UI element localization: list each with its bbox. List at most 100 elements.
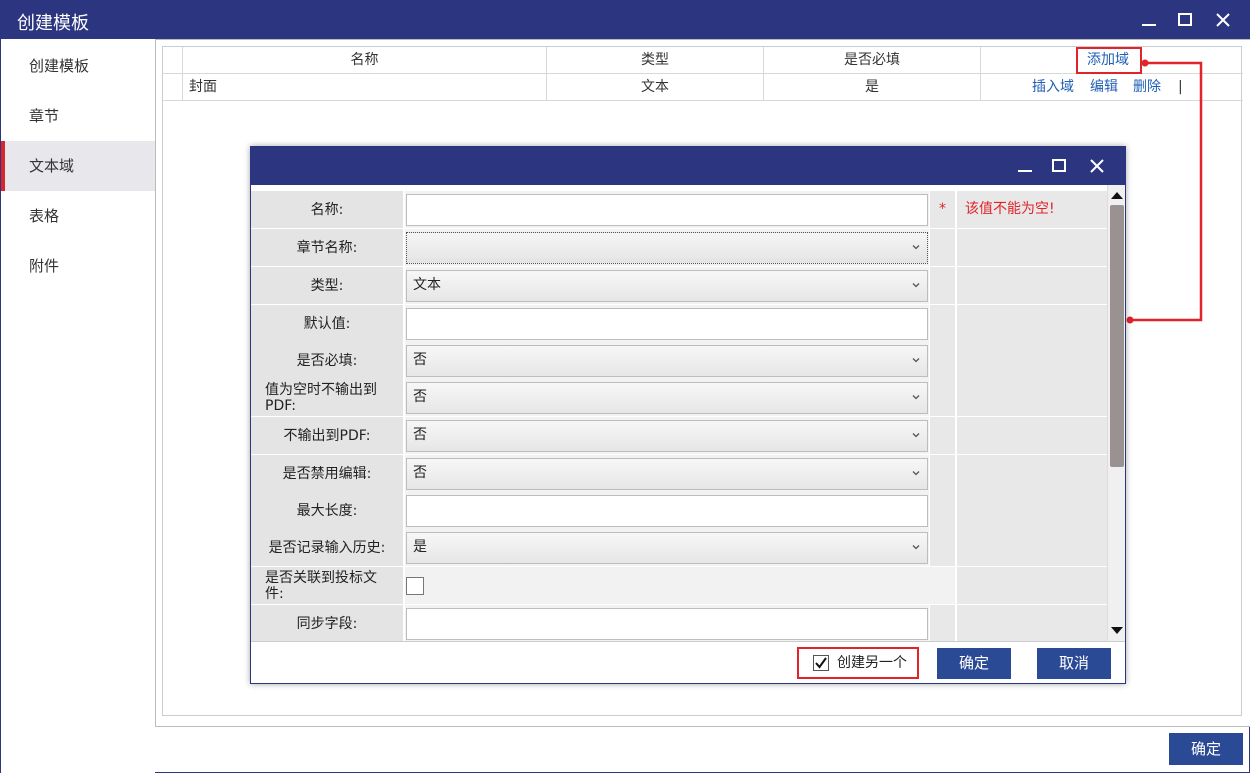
- form-row-chapter-name: 章节名称:: [251, 229, 1107, 267]
- delete-link[interactable]: 删除: [1133, 74, 1161, 101]
- field-label: 是否必填:: [251, 342, 403, 379]
- form-row-disable-edit: 是否禁用编辑: 否: [251, 455, 1107, 493]
- field-label: 默认值:: [251, 305, 403, 342]
- dialog-minimize-button[interactable]: [1009, 151, 1041, 181]
- sync-field-input[interactable]: [406, 608, 928, 640]
- scrollbar-thumb[interactable]: [1110, 205, 1124, 467]
- field-label: 不输出到PDF:: [251, 417, 403, 454]
- empty-no-pdf-select[interactable]: 否: [406, 382, 928, 414]
- name-input[interactable]: [406, 194, 928, 226]
- column-header-required[interactable]: 是否必填: [764, 47, 981, 74]
- no-pdf-select[interactable]: 否: [406, 420, 928, 452]
- close-icon: [1216, 13, 1230, 27]
- default-value-input[interactable]: [406, 308, 928, 340]
- dialog-ok-button[interactable]: 确定: [937, 648, 1011, 679]
- dialog-cancel-button[interactable]: 取消: [1037, 648, 1111, 679]
- sidebar-item-text-field[interactable]: 文本域: [1, 141, 155, 191]
- field-spacer: [929, 605, 955, 641]
- maximize-button[interactable]: [1169, 5, 1201, 35]
- field-message: [956, 567, 1107, 604]
- field-message: [956, 417, 1107, 454]
- field-spacer: [929, 267, 955, 304]
- field-spacer: [929, 492, 955, 529]
- scroll-down-icon[interactable]: [1108, 621, 1126, 639]
- chapter-name-select[interactable]: [406, 232, 928, 264]
- sidebar-item-label: 表格: [29, 207, 60, 225]
- minimize-button[interactable]: [1133, 5, 1165, 35]
- minimize-icon: [1018, 170, 1032, 172]
- name-error-message: 该值不能为空!: [956, 191, 1107, 228]
- select-value: 否: [413, 427, 427, 443]
- field-spacer: [929, 529, 955, 566]
- dialog-close-button[interactable]: [1081, 151, 1113, 181]
- field-spacer: [929, 342, 955, 379]
- close-button[interactable]: [1207, 5, 1239, 35]
- insert-field-link[interactable]: 插入域: [1032, 74, 1074, 101]
- add-field-link[interactable]: 添加域: [1087, 47, 1129, 74]
- checkbox-box: [813, 655, 829, 671]
- field-message: [956, 342, 1107, 379]
- form-row-input-history: 是否记录输入历史: 是: [251, 529, 1107, 567]
- window-titlebar: 创建模板: [1, 1, 1249, 39]
- disable-edit-select[interactable]: 否: [406, 458, 928, 490]
- field-label: 值为空时不输出到PDF:: [251, 379, 403, 416]
- type-select[interactable]: 文本: [406, 270, 928, 302]
- column-header-type[interactable]: 类型: [547, 47, 764, 74]
- create-another-label: 创建另一个: [837, 655, 907, 671]
- table-row[interactable]: 封面 文本 是 插入域 编辑 删除 |: [163, 74, 1243, 101]
- sidebar-item-table[interactable]: 表格: [1, 191, 155, 241]
- input-history-select[interactable]: 是: [406, 532, 928, 564]
- maximize-icon: [1178, 13, 1192, 26]
- main-ok-button[interactable]: 确定: [1169, 733, 1243, 765]
- edit-link[interactable]: 编辑: [1090, 74, 1118, 101]
- chevron-down-icon: [912, 358, 920, 363]
- sidebar-item-label: 章节: [29, 107, 60, 125]
- grid-header-actions: 添加域: [981, 47, 1243, 74]
- field-label: 名称:: [251, 191, 403, 228]
- field-spacer: [929, 455, 955, 492]
- field-label: 章节名称:: [251, 229, 403, 266]
- field-message: [956, 305, 1107, 342]
- maximize-icon: [1052, 159, 1066, 172]
- field-label: 类型:: [251, 267, 403, 304]
- chevron-down-icon: [912, 395, 920, 400]
- checkmark-icon: [815, 657, 827, 669]
- select-value: 否: [413, 352, 427, 368]
- form-row-required: 是否必填: 否: [251, 342, 1107, 380]
- row-actions-cell: 插入域 编辑 删除 |: [981, 74, 1243, 101]
- create-another-checkbox[interactable]: 创建另一个: [797, 647, 919, 679]
- max-length-input[interactable]: [406, 495, 928, 527]
- grid-header-row: 名称 类型 是否必填 添加域: [163, 47, 1243, 74]
- window-title: 创建模板: [17, 13, 89, 34]
- select-value: 文本: [413, 277, 441, 293]
- field-message: [956, 267, 1107, 304]
- text-cursor: |: [1178, 79, 1183, 95]
- scroll-up-icon[interactable]: [1108, 187, 1126, 205]
- dialog-footer: 创建另一个 确定 取消: [251, 641, 1125, 683]
- field-label: 是否禁用编辑:: [251, 455, 403, 492]
- sidebar-item-label: 附件: [29, 257, 60, 275]
- required-select[interactable]: 否: [406, 345, 928, 377]
- row-required-cell: 是: [764, 74, 981, 101]
- form-row-sync-field: 同步字段:: [251, 605, 1107, 641]
- sidebar-item-label: 创建模板: [29, 57, 90, 75]
- field-message: [956, 229, 1107, 266]
- dialog-titlebar: [251, 147, 1125, 185]
- sidebar-item-create-template[interactable]: 创建模板: [1, 41, 155, 91]
- column-header-name[interactable]: 名称: [183, 47, 547, 74]
- form-row-name: 名称: * 该值不能为空!: [251, 191, 1107, 229]
- required-mark: *: [929, 191, 955, 228]
- form-row-link-bid-file: 是否关联到投标文件:: [251, 567, 1107, 605]
- dialog-scrollbar[interactable]: [1107, 185, 1125, 641]
- sidebar-item-label: 文本域: [29, 157, 75, 175]
- link-bid-file-checkbox[interactable]: [406, 577, 424, 595]
- sidebar-item-attachment[interactable]: 附件: [1, 241, 155, 291]
- minimize-icon: [1142, 24, 1156, 26]
- dialog-maximize-button[interactable]: [1043, 151, 1075, 181]
- field-message: [956, 492, 1107, 529]
- grid-row-selector: [163, 74, 183, 101]
- field-label: 同步字段:: [251, 605, 403, 641]
- form-row-default-value: 默认值:: [251, 305, 1107, 343]
- sidebar-item-chapter[interactable]: 章节: [1, 91, 155, 141]
- chevron-down-icon: [912, 283, 920, 288]
